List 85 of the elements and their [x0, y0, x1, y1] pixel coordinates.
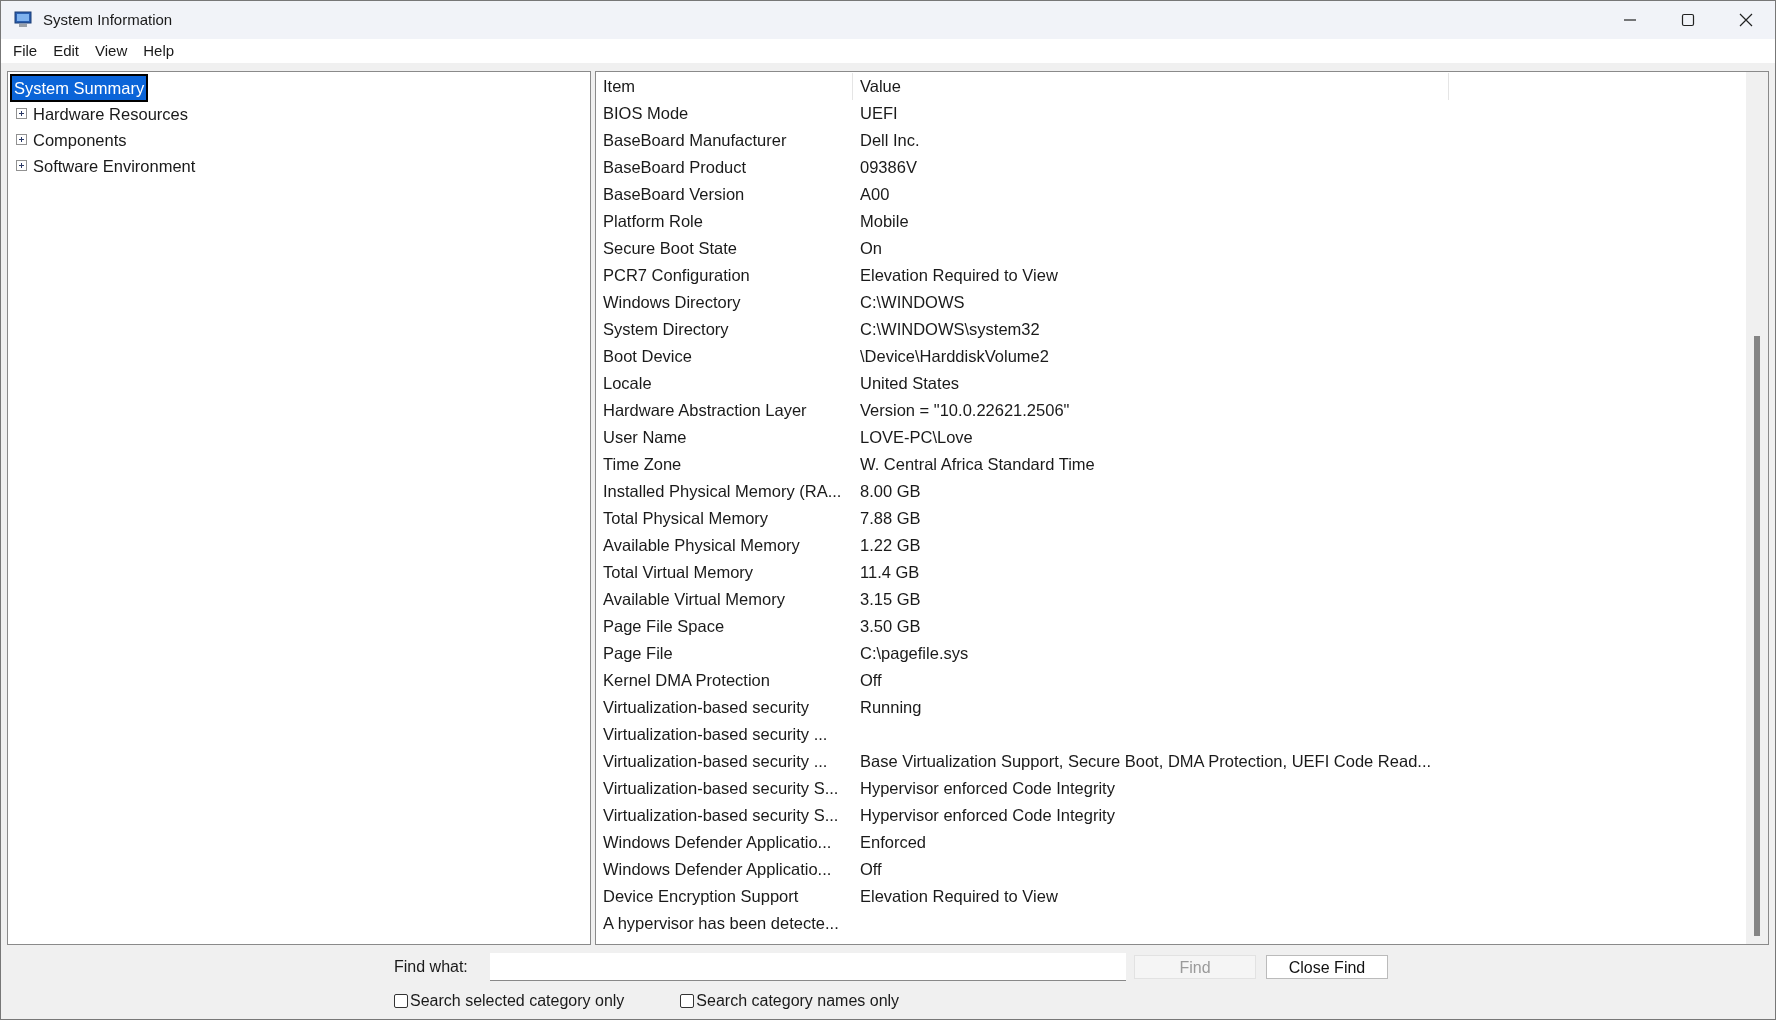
table-cell-text: Hardware Abstraction Layer	[603, 399, 808, 421]
table-cell-text: Elevation Required to View	[859, 885, 1058, 907]
table-cell-text: Virtualization-based security ...	[603, 750, 829, 772]
table-cell-text: Platform Role	[603, 210, 704, 232]
table-cell-text: C:\WINDOWS	[859, 291, 965, 313]
menu-item[interactable]: File	[5, 39, 46, 63]
table-cell-text: Enforced	[859, 831, 927, 853]
table-cell-text: Page File Space	[603, 615, 726, 637]
table-cell-text: A00	[859, 183, 890, 205]
scrollbar-thumb[interactable]	[1754, 335, 1760, 936]
table-cell-text: Hypervisor enforced Code Integrity	[859, 777, 1115, 799]
table-cell-text: Available Virtual Memory	[603, 588, 786, 610]
table-cell-text: UEFI	[859, 102, 898, 124]
table-cell-text: 3.15 GB	[859, 588, 921, 610]
table-cell-text: PCR7 Configuration	[603, 264, 751, 286]
table-cell-text: BIOS Mode	[603, 102, 690, 124]
table-cell-text: A hypervisor has been detecte...	[603, 912, 840, 934]
find-input-field[interactable]	[490, 953, 1126, 981]
expand-icon[interactable]	[16, 160, 27, 172]
table-cell-text: Virtualization-based security ...	[603, 723, 829, 745]
close-icon	[1739, 13, 1753, 27]
table-cell-text: 11.4 GB	[859, 561, 920, 583]
table-cell-text: BaseBoard Product	[603, 156, 748, 178]
checkbox-label[interactable]: Search selected category only	[410, 989, 625, 1013]
tree-item[interactable]: System Summary	[12, 75, 147, 100]
table-cell-text: United States	[859, 372, 960, 394]
table-cell-text: Windows Defender Applicatio...	[603, 831, 833, 853]
table-cell-text: Installed Physical Memory (RA...	[603, 480, 843, 502]
table-cell-text: \Device\HarddiskVolume2	[859, 345, 1049, 367]
table-cell-text: Mobile	[859, 210, 909, 232]
table-cell-text: Total Physical Memory	[603, 507, 770, 529]
table-cell-text: Windows Defender Applicatio...	[603, 858, 833, 880]
tree-item[interactable]: Components	[31, 127, 129, 152]
table-cell-text: On	[859, 237, 882, 259]
menu-item[interactable]: View	[87, 39, 136, 63]
table-cell-text: LOVE-PC\Love	[859, 426, 973, 448]
table-cell-text: Off	[859, 858, 882, 880]
table-cell-text: Dell Inc.	[859, 129, 920, 151]
table-cell-text: Device Encryption Support	[603, 885, 800, 907]
table-cell-text: Virtualization-based security S...	[603, 804, 840, 826]
table-cell-text: Windows Directory	[603, 291, 742, 313]
menu-item[interactable]: Edit	[45, 39, 88, 63]
table-cell-text: C:\WINDOWS\system32	[859, 318, 1040, 340]
tree-item[interactable]: Software Environment	[31, 153, 198, 178]
table-cell-text: Virtualization-based security	[603, 696, 811, 718]
table-cell-text: 8.00 GB	[859, 480, 921, 502]
table-cell-text: Virtualization-based security S...	[603, 777, 840, 799]
expand-icon[interactable]	[16, 134, 27, 146]
table-cell-text: Boot Device	[603, 345, 693, 367]
computer-icon	[13, 11, 33, 29]
table-cell-text: Running	[859, 696, 922, 718]
checkbox[interactable]	[394, 994, 408, 1008]
table-cell-text: Base Virtualization Support, Secure Boot, DMA Protection, UEFI Code Read...	[859, 750, 1432, 772]
table-cell-text: 3.50 GB	[859, 615, 921, 637]
table-cell-text: Secure Boot State	[603, 237, 738, 259]
maximize-icon	[1681, 13, 1695, 27]
table-cell-text: User Name	[603, 426, 688, 448]
table-cell-text: Kernel DMA Protection	[603, 669, 771, 691]
window-title: System Information	[43, 9, 173, 30]
tree-item[interactable]: Hardware Resources	[31, 101, 190, 126]
checkbox-label[interactable]: Search category names only	[696, 989, 900, 1013]
table-cell-text: Elevation Required to View	[859, 264, 1058, 286]
table-cell-text: Page File	[603, 642, 674, 664]
menu-item[interactable]: Help	[135, 39, 183, 63]
expand-icon[interactable]	[16, 108, 27, 120]
checkbox[interactable]	[680, 994, 695, 1008]
table-cell-text: Available Physical Memory	[603, 534, 801, 556]
table-cell-text: BaseBoard Manufacturer	[603, 129, 788, 151]
table-cell-text: System Directory	[603, 318, 730, 340]
column-header[interactable]: Item	[603, 72, 853, 100]
table-cell-text: 7.88 GB	[859, 507, 921, 529]
find-what-label: Find what:	[394, 957, 469, 977]
table-cell-text: Off	[859, 669, 882, 691]
table-cell-text: Version = "10.0.22621.2506"	[859, 399, 1070, 421]
table-cell-text: Hypervisor enforced Code Integrity	[859, 804, 1115, 826]
column-header[interactable]: Value	[853, 72, 1449, 100]
table-cell-text: W. Central Africa Standard Time	[859, 453, 1095, 475]
table-cell-text: Locale	[603, 372, 653, 394]
table-cell-text: BaseBoard Version	[603, 183, 746, 205]
table-cell-text: Total Virtual Memory	[603, 561, 755, 583]
table-cell-text: Time Zone	[603, 453, 683, 475]
table-cell-text: 1.22 GB	[859, 534, 921, 556]
table-cell-text: C:\pagefile.sys	[859, 642, 969, 664]
table-cell-text: 09386V	[859, 156, 917, 178]
find-button[interactable]: Close Find	[1266, 955, 1388, 979]
